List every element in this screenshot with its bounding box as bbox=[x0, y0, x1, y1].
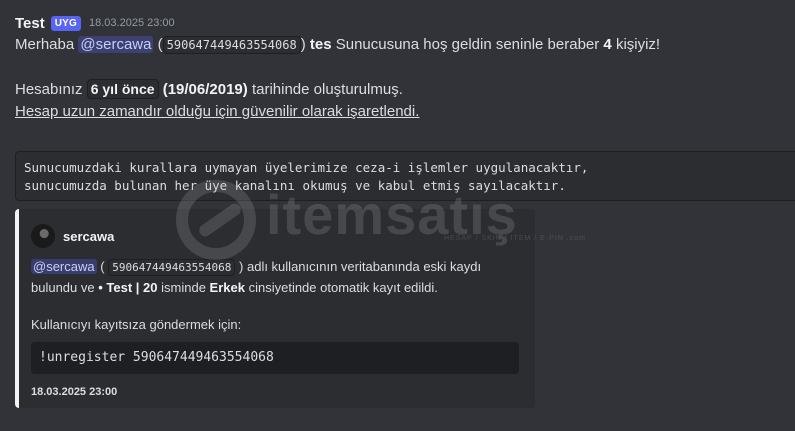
unregister-command: !unregister 590647449463554068 bbox=[31, 342, 519, 374]
welcome-prefix: Merhaba bbox=[15, 36, 75, 53]
bot-badge: UYG bbox=[50, 15, 82, 31]
code-line-2: sunucumuzda bulunan her üye kanalını oku… bbox=[24, 178, 566, 193]
rules-code-block: Sunucumuzdaki kurallara uymayan üyelerim… bbox=[15, 151, 795, 201]
message-header: Test UYG 18.03.2025 23:00 bbox=[15, 12, 795, 34]
avatar[interactable] bbox=[31, 224, 55, 248]
embed-desc-line1: ) adlı kullanıcının veritabanında eski k… bbox=[239, 259, 482, 274]
account-age: 6 yıl önce bbox=[86, 79, 159, 99]
embed-footer-timestamp: 18.03.2025 23:00 bbox=[31, 386, 118, 398]
account-suffix: tarihinde oluşturulmuş. bbox=[251, 81, 403, 98]
embed-desc-line2a: bulundu ve bbox=[31, 280, 95, 295]
embed-description: @sercawa ( 590647449463554068 ) adlı kul… bbox=[31, 257, 519, 298]
embed-instruction: Kullanıcıyı kayıtsıza göndermek için: bbox=[31, 317, 242, 332]
account-prefix: Hesabınız bbox=[15, 81, 83, 98]
embed-card: sercawa @sercawa ( 590647449463554068 ) … bbox=[15, 209, 535, 408]
embed-paren-open: ( bbox=[100, 259, 105, 274]
embed-gender: Erkek bbox=[209, 280, 245, 295]
server-name: tes bbox=[309, 36, 332, 53]
account-date: (19/06/2019) bbox=[162, 81, 248, 98]
paren-open: ( bbox=[157, 36, 163, 53]
chat-message: Test UYG 18.03.2025 23:00 Merhaba @serca… bbox=[15, 12, 795, 123]
embed-user-id: 590647449463554068 bbox=[108, 259, 236, 276]
member-count: 4 bbox=[603, 36, 612, 53]
welcome-line: Merhaba @sercawa (590647449463554068) te… bbox=[15, 34, 795, 56]
user-mention[interactable]: @sercawa bbox=[78, 36, 154, 53]
embed-desc-line2b: isminde bbox=[161, 280, 206, 295]
account-age-line: Hesabınız 6 yıl önce (19/06/2019) tarihi… bbox=[15, 78, 795, 101]
message-timestamp[interactable]: 18.03.2025 23:00 bbox=[89, 17, 175, 29]
trusted-notice: Hesap uzun zamandır olduğu için güvenili… bbox=[15, 103, 420, 120]
embed-registered-name: • Test | 20 bbox=[98, 280, 158, 295]
welcome-middle: Sunucusuna hoş geldin seninle beraber bbox=[335, 36, 600, 53]
embed-user-mention[interactable]: @sercawa bbox=[31, 259, 97, 274]
embed-author: sercawa bbox=[31, 223, 519, 249]
paren-close: ) bbox=[300, 36, 306, 53]
message-author[interactable]: Test bbox=[15, 15, 45, 32]
code-line-1: Sunucumuzdaki kurallara uymayan üyelerim… bbox=[24, 160, 589, 175]
embed-author-name[interactable]: sercawa bbox=[63, 229, 114, 244]
embed-desc-line2c: cinsiyetinde otomatik kayıt edildi. bbox=[248, 280, 438, 295]
user-id-code: 590647449463554068 bbox=[162, 36, 301, 54]
welcome-suffix: kişiyiz! bbox=[615, 36, 661, 53]
